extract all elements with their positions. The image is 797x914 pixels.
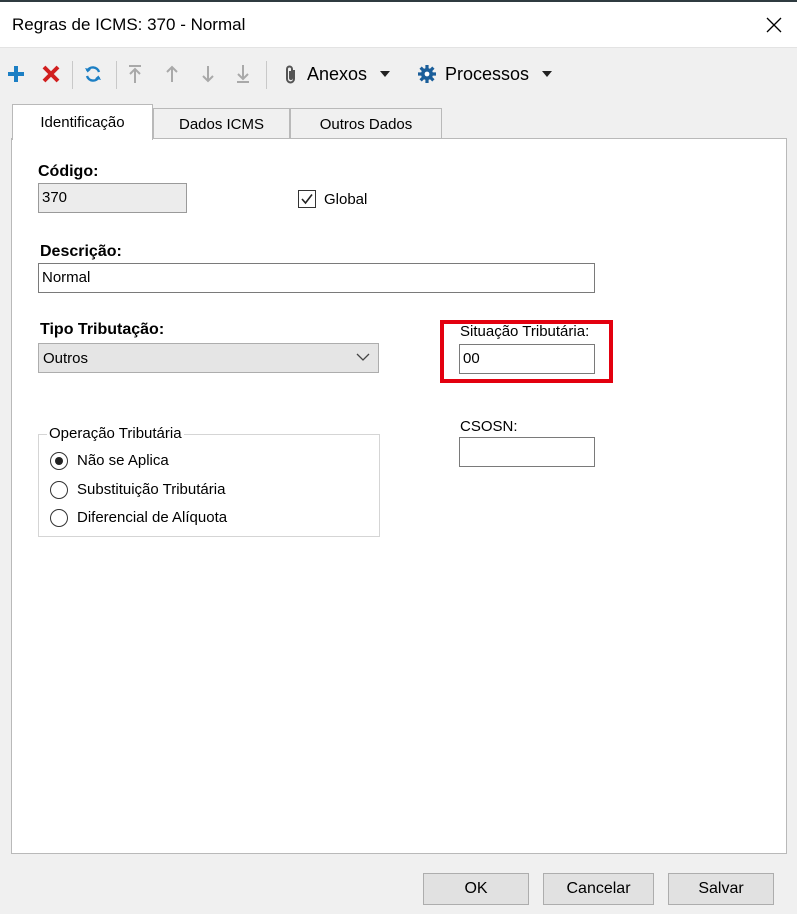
csosn-field[interactable]: [459, 437, 595, 467]
chevron-down-icon: [380, 71, 391, 77]
salvar-button[interactable]: Salvar: [668, 873, 774, 905]
tipo-tributacao-label: Tipo Tributação:: [40, 321, 165, 338]
codigo-label: Código:: [38, 163, 99, 180]
title-bar: Regras de ICMS: 370 - Normal: [0, 2, 797, 48]
radio-diferencial-aliquota-label[interactable]: Diferencial de Alíquota: [77, 509, 227, 526]
move-first-button[interactable]: [124, 59, 146, 89]
delete-button[interactable]: [40, 59, 62, 89]
anexos-menu[interactable]: Anexos: [283, 59, 391, 89]
gear-icon: [418, 65, 436, 83]
csosn-label: CSOSN:: [460, 418, 518, 435]
add-button[interactable]: [5, 59, 27, 89]
arrow-bottom-icon: [237, 65, 249, 83]
x-icon: [42, 65, 60, 83]
situacao-tributaria-field[interactable]: 00: [459, 344, 595, 374]
anexos-label: Anexos: [307, 63, 368, 84]
radio-nao-se-aplica-label[interactable]: Não se Aplica: [77, 452, 169, 469]
codigo-field[interactable]: 370: [38, 183, 187, 213]
checkmark-icon: [301, 194, 313, 205]
operacao-tributaria-legend: Operação Tributária: [47, 425, 184, 442]
arrow-down-icon: [202, 66, 214, 83]
move-last-button[interactable]: [232, 59, 254, 89]
tipo-tributacao-value: Outros: [43, 350, 89, 367]
window-title: Regras de ICMS: 370 - Normal: [12, 15, 246, 34]
chevron-down-icon: [356, 353, 370, 361]
tab-identificacao[interactable]: Identificação: [12, 104, 153, 140]
radio-diferencial-aliquota[interactable]: [50, 509, 68, 527]
refresh-icon: [85, 66, 101, 82]
chevron-down-icon: [542, 71, 553, 77]
situacao-tributaria-label: Situação Tributária:: [460, 323, 590, 340]
toolbar-separator: [266, 61, 267, 89]
ok-button[interactable]: OK: [423, 873, 529, 905]
move-up-button[interactable]: [161, 59, 183, 89]
toolbar: Anexos Processos: [0, 49, 797, 99]
tipo-tributacao-select[interactable]: Outros: [38, 343, 379, 373]
processos-label: Processos: [445, 63, 530, 84]
cancelar-button[interactable]: Cancelar: [543, 873, 654, 905]
tab-outros-dados[interactable]: Outros Dados: [290, 108, 442, 139]
arrow-top-icon: [129, 65, 141, 83]
toolbar-separator: [72, 61, 73, 89]
descricao-label: Descrição:: [40, 243, 122, 260]
refresh-button[interactable]: [80, 59, 106, 89]
global-label: Global: [324, 191, 368, 208]
radio-substituicao-tributaria[interactable]: [50, 481, 68, 499]
toolbar-separator: [116, 61, 117, 89]
global-checkbox[interactable]: [298, 190, 316, 208]
radio-substituicao-tributaria-label[interactable]: Substituição Tributária: [77, 481, 225, 498]
tab-dados-icms[interactable]: Dados ICMS: [153, 108, 290, 139]
close-icon: [766, 17, 782, 33]
tab-strip: Identificação Dados ICMS Outros Dados: [0, 104, 797, 140]
processos-menu[interactable]: Processos: [417, 59, 553, 89]
paperclip-icon: [286, 65, 295, 84]
arrow-up-icon: [166, 65, 178, 82]
radio-nao-se-aplica[interactable]: [50, 452, 68, 470]
move-down-button[interactable]: [197, 59, 219, 89]
descricao-field[interactable]: Normal: [38, 263, 595, 293]
close-button[interactable]: [751, 2, 797, 48]
plus-icon: [8, 66, 24, 82]
